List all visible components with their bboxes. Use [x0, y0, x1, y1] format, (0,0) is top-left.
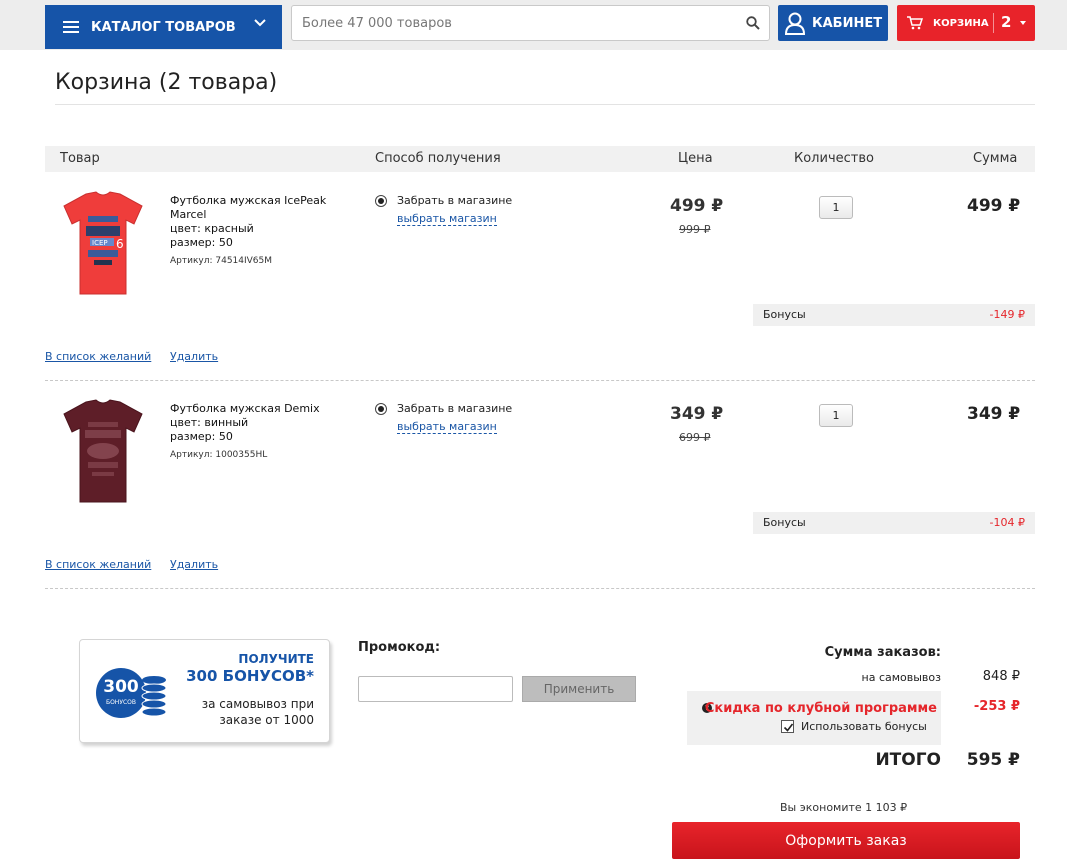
chevron-down-icon — [254, 19, 266, 27]
add-to-wishlist-link[interactable]: В список желаний — [45, 350, 151, 363]
promo-get-text: ПОЛУЧИТЕ — [238, 652, 314, 666]
quantity-input[interactable]: 1 — [819, 196, 853, 219]
checkmark-icon — [783, 723, 794, 732]
delete-item-link[interactable]: Удалить — [170, 350, 218, 363]
self-pickup-label: на самовывоз — [861, 671, 941, 684]
cart-button[interactable]: КОРЗИНА 2 — [897, 5, 1035, 41]
promocode-label: Промокод: — [358, 640, 441, 655]
item-sum: 499 ₽ — [967, 196, 1021, 216]
economy-text: Вы экономите 1 103 ₽ — [780, 801, 908, 814]
header-quantity: Количество — [794, 151, 874, 166]
user-icon — [784, 12, 806, 35]
club-discount-value: -253 ₽ — [973, 699, 1020, 714]
product-color: цвет: красный — [170, 222, 254, 235]
item-old-price: 999 ₽ — [679, 223, 711, 236]
search-icon[interactable] — [746, 16, 760, 30]
bonus-value: -149 ₽ — [989, 308, 1025, 321]
cabinet-label: КАБИНЕТ — [812, 15, 883, 31]
svg-text:6: 6 — [116, 237, 124, 251]
use-bonuses-checkbox[interactable] — [781, 720, 794, 733]
menu-icon — [63, 21, 79, 33]
quantity-input[interactable]: 1 — [819, 404, 853, 427]
promo-subtext-2: заказе от 1000 — [219, 713, 314, 727]
product-color: цвет: винный — [170, 416, 249, 429]
product-name[interactable]: Футболка мужская Demix — [170, 402, 350, 416]
header-product: Товар — [60, 151, 100, 166]
promo-headline: 300 БОНУСОВ* — [186, 667, 314, 685]
order-sum-title: Сумма заказов: — [824, 645, 941, 660]
bonus-label: Бонусы — [763, 516, 806, 529]
cart-count-badge: 2 — [1001, 13, 1012, 31]
pickup-label: Забрать в магазине — [397, 402, 513, 415]
search-box — [291, 5, 770, 41]
product-name[interactable]: Футболка мужская IcePeak Marcel — [170, 194, 350, 222]
catalog-label: КАТАЛОГ ТОВАРОВ — [91, 19, 236, 35]
header-price: Цена — [678, 151, 713, 166]
search-input[interactable] — [292, 6, 732, 40]
bonus-value: -104 ₽ — [989, 516, 1025, 529]
product-size: размер: 50 — [170, 236, 233, 249]
product-article: Артикул: 1000355HL — [170, 450, 268, 460]
bonus-row: Бонусы -104 ₽ — [753, 512, 1035, 534]
pickup-radio[interactable] — [375, 195, 387, 207]
caret-down-icon — [1020, 21, 1026, 25]
total-value: 595 ₽ — [966, 750, 1020, 770]
item-price: 349 ₽ — [670, 404, 724, 424]
pickup-radio[interactable] — [375, 403, 387, 415]
use-bonuses-label: Использовать бонусы — [801, 720, 927, 733]
promo-subtext-1: за самовывоз при — [201, 697, 314, 711]
cart-table-header: Товар Способ получения Цена Количество С… — [45, 146, 1035, 172]
item-sum: 349 ₽ — [967, 404, 1021, 424]
item-old-price: 699 ₽ — [679, 431, 711, 444]
cart-icon — [907, 16, 923, 30]
place-order-button[interactable]: Оформить заказ — [672, 822, 1020, 859]
promocode-input[interactable] — [358, 676, 513, 702]
bonus-label: Бонусы — [763, 308, 806, 321]
cart-label: КОРЗИНА — [933, 17, 989, 29]
item-divider — [45, 380, 1035, 381]
bonus-promo-banner[interactable]: 300 БОНУСОВ ПОЛУЧИТЕ 300 БОНУСОВ* за сам… — [79, 639, 330, 743]
header-sum: Сумма — [973, 151, 1018, 166]
coin-stack-icon — [141, 676, 167, 717]
title-divider — [55, 104, 1035, 105]
delete-item-link[interactable]: Удалить — [170, 558, 218, 571]
add-to-wishlist-link[interactable]: В список желаний — [45, 558, 151, 571]
catalog-button[interactable]: КАТАЛОГ ТОВАРОВ — [45, 5, 282, 49]
cabinet-button[interactable]: КАБИНЕТ — [778, 5, 888, 41]
choose-store-link[interactable]: выбрать магазин — [397, 420, 497, 434]
item-price: 499 ₽ — [670, 196, 724, 216]
pickup-label: Забрать в магазине — [397, 194, 513, 207]
product-size: размер: 50 — [170, 430, 233, 443]
club-discount-label: Скидка по клубной программе — [704, 701, 937, 716]
apply-promocode-button[interactable]: Применить — [522, 676, 636, 702]
product-image-tshirt[interactable] — [58, 396, 148, 506]
item-divider — [45, 588, 1035, 589]
product-image-tshirt[interactable]: ICEP 6 — [58, 188, 148, 298]
self-pickup-value: 848 ₽ — [982, 669, 1020, 684]
bonus-row: Бонусы -149 ₽ — [753, 304, 1035, 326]
product-article: Артикул: 74514IV65M — [170, 256, 273, 266]
page-title: Корзина (2 товара) — [55, 70, 278, 95]
choose-store-link[interactable]: выбрать магазин — [397, 212, 497, 226]
header-delivery: Способ получения — [375, 151, 501, 166]
svg-text:ICEP: ICEP — [92, 239, 108, 247]
total-label: ИТОГО — [875, 750, 941, 770]
club-discount-box — [687, 691, 941, 745]
cart-divider — [993, 13, 994, 33]
